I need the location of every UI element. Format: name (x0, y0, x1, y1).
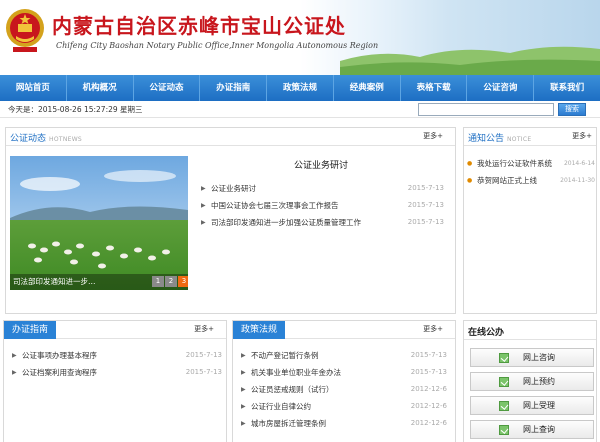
notice-panel-header: 通知公告 NOTICE 更多+ (464, 128, 596, 146)
bullet-icon: ● (467, 160, 473, 167)
bullet-icon: ▶ (201, 185, 206, 192)
national-emblem-icon (6, 9, 44, 52)
bullet-icon: ▶ (201, 219, 206, 226)
current-date: 今天是：2015-08-26 15:27:29 星期三 (8, 105, 143, 114)
news-title: 公证动态 HOTNEWS (10, 134, 83, 144)
guide-more-link[interactable]: 更多+ (194, 324, 214, 334)
list-item[interactable]: ▶ 城市房屋拆迁管理条例 2012-12-6 (241, 415, 447, 432)
site-title: 内蒙古自治区赤峰市宝山公证处 (52, 14, 346, 38)
slide-page-1[interactable]: 1 (152, 276, 164, 287)
notice-title: 通知公告 NOTICE (468, 134, 532, 144)
nav-guide[interactable]: 办证指南 (200, 75, 268, 101)
bullet-icon: ▶ (241, 369, 246, 376)
nav-consult[interactable]: 公证咨询 (467, 75, 535, 101)
check-icon (499, 401, 509, 411)
list-item[interactable]: ▶ 公证事项办理基本程序 2015-7-13 (12, 347, 222, 364)
online-title: 在线公办 (468, 328, 505, 338)
list-item[interactable]: ▶ 机关事业单位职业年金办法 2015-7-13 (241, 364, 447, 381)
nav-cases[interactable]: 经典案例 (334, 75, 401, 101)
grassland-banner-image (340, 46, 600, 75)
notice-more-link[interactable]: 更多+ (572, 131, 592, 141)
news-slideshow[interactable]: 司法部印发通知进一步… 1 2 3 (10, 156, 188, 290)
policy-panel: 政策法规 更多+ ▶ 不动产登记暂行条例 2015-7-13 ▶ 机关事业单位职… (232, 320, 456, 442)
list-item[interactable]: ▶ 司法部印发通知进一步加强公证质量管理工作 2015-7-13 (201, 214, 444, 231)
online-query-button[interactable]: 网上查询 (470, 420, 594, 439)
news-panel-header: 公证动态 HOTNEWS 更多+ (6, 128, 455, 146)
list-item[interactable]: ● 恭贺网站正式上线 2014-11-30 (467, 172, 595, 189)
list-item[interactable]: ● 我处运行公证软件系统 2014-6-14 (467, 155, 595, 172)
online-appointment-button[interactable]: 网上预约 (470, 372, 594, 391)
list-item[interactable]: ▶ 中国公证协会七届三次理事会工作报告 2015-7-13 (201, 197, 444, 214)
check-icon (499, 377, 509, 387)
nav-policy[interactable]: 政策法规 (267, 75, 334, 101)
guide-panel-header: 办证指南 更多+ (4, 321, 226, 339)
nav-news[interactable]: 公证动态 (134, 75, 201, 101)
site-subtitle: Chifeng City Baoshan Notary Public Offic… (56, 41, 379, 50)
bullet-icon: ● (467, 177, 473, 184)
bullet-icon: ▶ (201, 202, 206, 209)
list-item[interactable]: ▶ 不动产登记暂行条例 2015-7-13 (241, 347, 447, 364)
online-divider (464, 339, 596, 340)
policy-list: ▶ 不动产登记暂行条例 2015-7-13 ▶ 机关事业单位职业年金办法 201… (241, 347, 447, 432)
nav-about[interactable]: 机构概况 (67, 75, 134, 101)
nav-contact[interactable]: 联系我们 (534, 75, 600, 101)
slide-pager: 1 2 3 (152, 276, 188, 287)
guide-panel: 办证指南 更多+ ▶ 公证事项办理基本程序 2015-7-13 ▶ 公证档案利用… (3, 320, 227, 442)
list-item[interactable]: ▶ 公证档案利用查询程序 2015-7-13 (12, 364, 222, 381)
news-list: ▶ 公证业务研讨 2015-7-13 ▶ 中国公证协会七届三次理事会工作报告 2… (201, 180, 444, 231)
policy-title: 政策法规 (233, 321, 286, 339)
check-icon (499, 353, 509, 363)
online-consult-button[interactable]: 网上咨询 (470, 348, 594, 367)
grassland-photo (10, 156, 188, 290)
guide-title: 办证指南 (4, 321, 57, 339)
policy-panel-header: 政策法规 更多+ (233, 321, 455, 339)
bullet-icon: ▶ (241, 352, 246, 359)
online-accept-button[interactable]: 网上受理 (470, 396, 594, 415)
notice-list: ● 我处运行公证软件系统 2014-6-14 ● 恭贺网站正式上线 2014-1… (467, 155, 595, 189)
check-icon (499, 425, 509, 435)
bullet-icon: ▶ (241, 386, 246, 393)
search-input[interactable] (418, 103, 554, 116)
notice-panel: 通知公告 NOTICE 更多+ ● 我处运行公证软件系统 2014-6-14 ● … (463, 127, 597, 314)
news-featured-title[interactable]: 公证业务研讨 (294, 158, 348, 171)
slide-page-2[interactable]: 2 (165, 276, 177, 287)
nav-downloads[interactable]: 表格下载 (401, 75, 468, 101)
site-header: 内蒙古自治区赤峰市宝山公证处 Chifeng City Baoshan Nota… (0, 0, 600, 75)
list-item[interactable]: ▶ 公证业务研讨 2015-7-13 (201, 180, 444, 197)
list-item[interactable]: ▶ 公证行业自律公约 2012-12-6 (241, 398, 447, 415)
info-bar: 今天是：2015-08-26 15:27:29 星期三 搜索 (0, 101, 600, 118)
policy-more-link[interactable]: 更多+ (423, 324, 443, 334)
news-more-link[interactable]: 更多+ (423, 131, 443, 141)
search-button[interactable]: 搜索 (558, 103, 586, 116)
main-nav: 网站首页 机构概况 公证动态 办证指南 政策法规 经典案例 表格下载 公证咨询 … (0, 75, 600, 101)
list-item[interactable]: ▶ 公证员惩戒规则（试行） 2012-12-6 (241, 381, 447, 398)
guide-list: ▶ 公证事项办理基本程序 2015-7-13 ▶ 公证档案利用查询程序 2015… (12, 347, 222, 381)
bullet-icon: ▶ (241, 420, 246, 427)
slide-page-3[interactable]: 3 (178, 276, 188, 287)
bullet-icon: ▶ (12, 352, 17, 359)
bullet-icon: ▶ (12, 369, 17, 376)
nav-home[interactable]: 网站首页 (0, 75, 67, 101)
bullet-icon: ▶ (241, 403, 246, 410)
